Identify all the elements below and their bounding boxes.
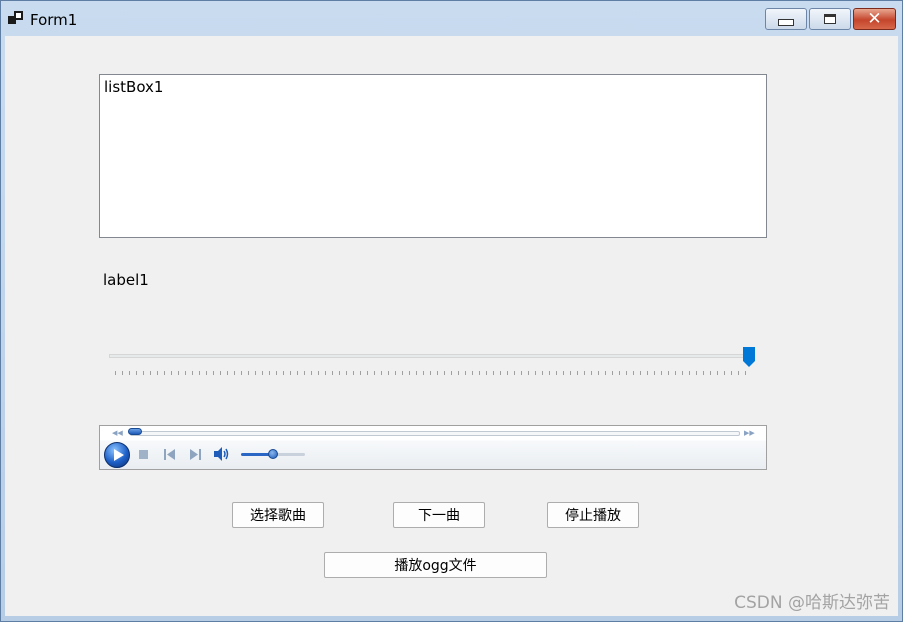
rewind-icon[interactable]: ◀◀ bbox=[112, 429, 123, 437]
play-ogg-button[interactable]: 播放ogg文件 bbox=[324, 552, 547, 578]
play-icon[interactable] bbox=[104, 442, 130, 468]
title-bar[interactable]: Form1 ✕ bbox=[1, 1, 902, 35]
list-item[interactable]: listBox1 bbox=[104, 78, 163, 96]
maximize-icon bbox=[824, 14, 836, 24]
next-icon[interactable] bbox=[189, 449, 201, 460]
volume-icon[interactable] bbox=[214, 447, 230, 461]
volume-slider-knob[interactable] bbox=[268, 449, 278, 459]
fast-forward-icon[interactable]: ▶▶ bbox=[744, 429, 755, 437]
close-icon: ✕ bbox=[867, 8, 882, 29]
previous-icon[interactable] bbox=[164, 449, 176, 460]
window-title: Form1 bbox=[30, 11, 78, 29]
track-bar[interactable] bbox=[107, 344, 759, 378]
track-bar-ticks bbox=[115, 371, 747, 375]
seek-bar[interactable] bbox=[130, 431, 740, 436]
app-icon[interactable] bbox=[8, 11, 24, 25]
main-window: Form1 ✕ listBox1 label1 ◀◀ ▶▶ 选择歌曲 下一曲 停… bbox=[0, 0, 903, 622]
stop-icon[interactable] bbox=[139, 450, 148, 459]
media-player: ◀◀ ▶▶ bbox=[99, 425, 767, 470]
next-song-button[interactable]: 下一曲 bbox=[393, 502, 485, 528]
label1: label1 bbox=[103, 271, 149, 289]
stop-play-button[interactable]: 停止播放 bbox=[547, 502, 639, 528]
close-button[interactable]: ✕ bbox=[853, 8, 896, 30]
select-song-button[interactable]: 选择歌曲 bbox=[232, 502, 324, 528]
form-client-area: listBox1 label1 ◀◀ ▶▶ 选择歌曲 下一曲 停止播放 播放og… bbox=[5, 36, 898, 616]
track-bar-thumb[interactable] bbox=[743, 347, 755, 367]
listbox[interactable]: listBox1 bbox=[99, 74, 767, 238]
watermark: CSDN @哈斯达弥苦 bbox=[734, 593, 890, 613]
seek-bar-knob[interactable] bbox=[128, 428, 142, 435]
maximize-button[interactable] bbox=[809, 8, 851, 30]
minimize-button[interactable] bbox=[765, 8, 807, 30]
minimize-icon bbox=[778, 19, 794, 26]
track-bar-channel bbox=[109, 354, 755, 358]
